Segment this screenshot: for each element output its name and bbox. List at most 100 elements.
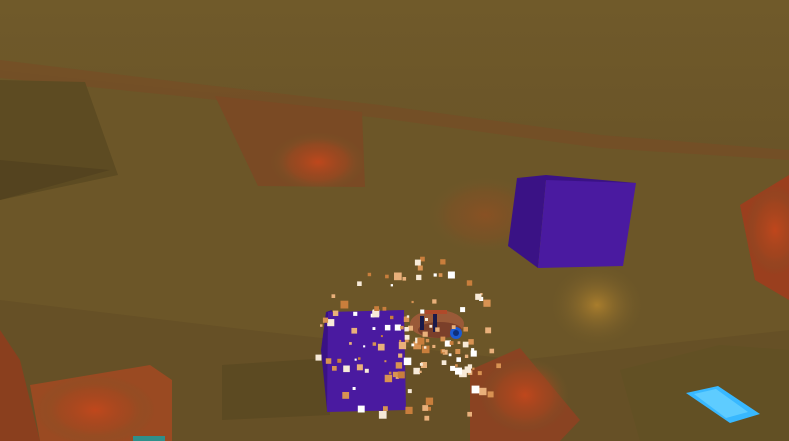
- particle: [425, 397, 434, 405]
- particle: [322, 317, 329, 323]
- particle: [342, 392, 350, 399]
- particle: [392, 371, 399, 378]
- particle: [385, 274, 389, 279]
- particle: [456, 357, 461, 362]
- particle: [477, 371, 482, 376]
- particle: [424, 415, 430, 421]
- particle: [425, 338, 430, 343]
- particle: [487, 391, 494, 398]
- particle: [315, 354, 322, 361]
- particle: [390, 284, 393, 287]
- particle: [423, 346, 427, 349]
- particle: [390, 315, 394, 320]
- particle: [337, 358, 342, 363]
- particle: [435, 327, 440, 332]
- particle: [496, 363, 501, 369]
- particle: [340, 300, 349, 309]
- particle: [363, 345, 366, 348]
- particle: [432, 344, 436, 348]
- floor-slab-mid: [222, 358, 330, 420]
- ship-engine-core: [453, 330, 459, 336]
- floor-marker: [133, 436, 165, 441]
- particle: [400, 325, 404, 330]
- game-viewport[interactable]: [0, 0, 789, 441]
- particle: [422, 331, 428, 337]
- particle: [395, 362, 403, 369]
- particle: [447, 271, 455, 279]
- particle: [384, 374, 393, 383]
- particle: [416, 274, 422, 281]
- particle: [367, 272, 372, 277]
- particle: [332, 310, 339, 316]
- particle: [457, 341, 461, 344]
- particle: [429, 324, 433, 328]
- particle: [420, 309, 425, 314]
- particle: [374, 306, 379, 311]
- particle: [425, 318, 428, 321]
- particle: [404, 327, 409, 332]
- particle: [438, 273, 443, 277]
- particle: [467, 411, 472, 417]
- lava-glow-ceiling: [270, 132, 366, 192]
- particle: [419, 362, 423, 366]
- particle: [441, 360, 447, 365]
- particle: [411, 300, 414, 304]
- ship-stripe: [420, 316, 424, 330]
- particle: [399, 339, 402, 342]
- particle: [413, 367, 420, 375]
- particle: [343, 365, 350, 373]
- particle: [440, 259, 446, 265]
- particle: [489, 348, 495, 354]
- particle: [417, 265, 423, 271]
- particle: [420, 256, 425, 262]
- particle: [378, 411, 387, 419]
- particle: [402, 277, 407, 281]
- particle: [398, 341, 407, 350]
- particle: [463, 326, 468, 332]
- particle: [394, 272, 402, 281]
- particle: [364, 368, 369, 373]
- particle: [470, 350, 477, 357]
- particle: [382, 306, 387, 311]
- particle: [407, 389, 412, 394]
- cube-front-face: [538, 180, 636, 268]
- particle: [356, 364, 363, 371]
- particle: [468, 339, 474, 345]
- particle: [471, 348, 475, 352]
- particle: [372, 310, 380, 318]
- particle: [404, 334, 410, 340]
- particle: [411, 343, 415, 347]
- particle: [357, 281, 362, 286]
- particle: [471, 385, 480, 394]
- particle: [394, 324, 401, 331]
- particle: [432, 299, 437, 304]
- purple-cube-large[interactable]: [508, 175, 636, 268]
- particle: [460, 307, 466, 313]
- particle: [320, 324, 323, 327]
- particle: [352, 387, 356, 390]
- particle: [417, 337, 425, 345]
- particle: [472, 367, 475, 370]
- particle: [442, 349, 445, 353]
- particle: [483, 299, 491, 307]
- particle: [464, 354, 469, 358]
- particle: [455, 364, 458, 367]
- particle: [358, 357, 361, 360]
- particle: [325, 358, 332, 364]
- particle: [384, 324, 391, 331]
- particle: [398, 353, 403, 358]
- particle: [384, 360, 387, 363]
- particle: [331, 294, 336, 298]
- particle: [419, 370, 422, 373]
- particle: [433, 273, 437, 277]
- particle: [351, 327, 358, 334]
- particle: [485, 327, 492, 334]
- particle: [475, 293, 482, 300]
- particle: [327, 319, 335, 327]
- ship-fin: [425, 310, 447, 314]
- particle: [383, 406, 388, 411]
- particle: [466, 280, 473, 286]
- particle: [455, 367, 462, 375]
- particle: [406, 315, 410, 318]
- particle: [372, 342, 377, 346]
